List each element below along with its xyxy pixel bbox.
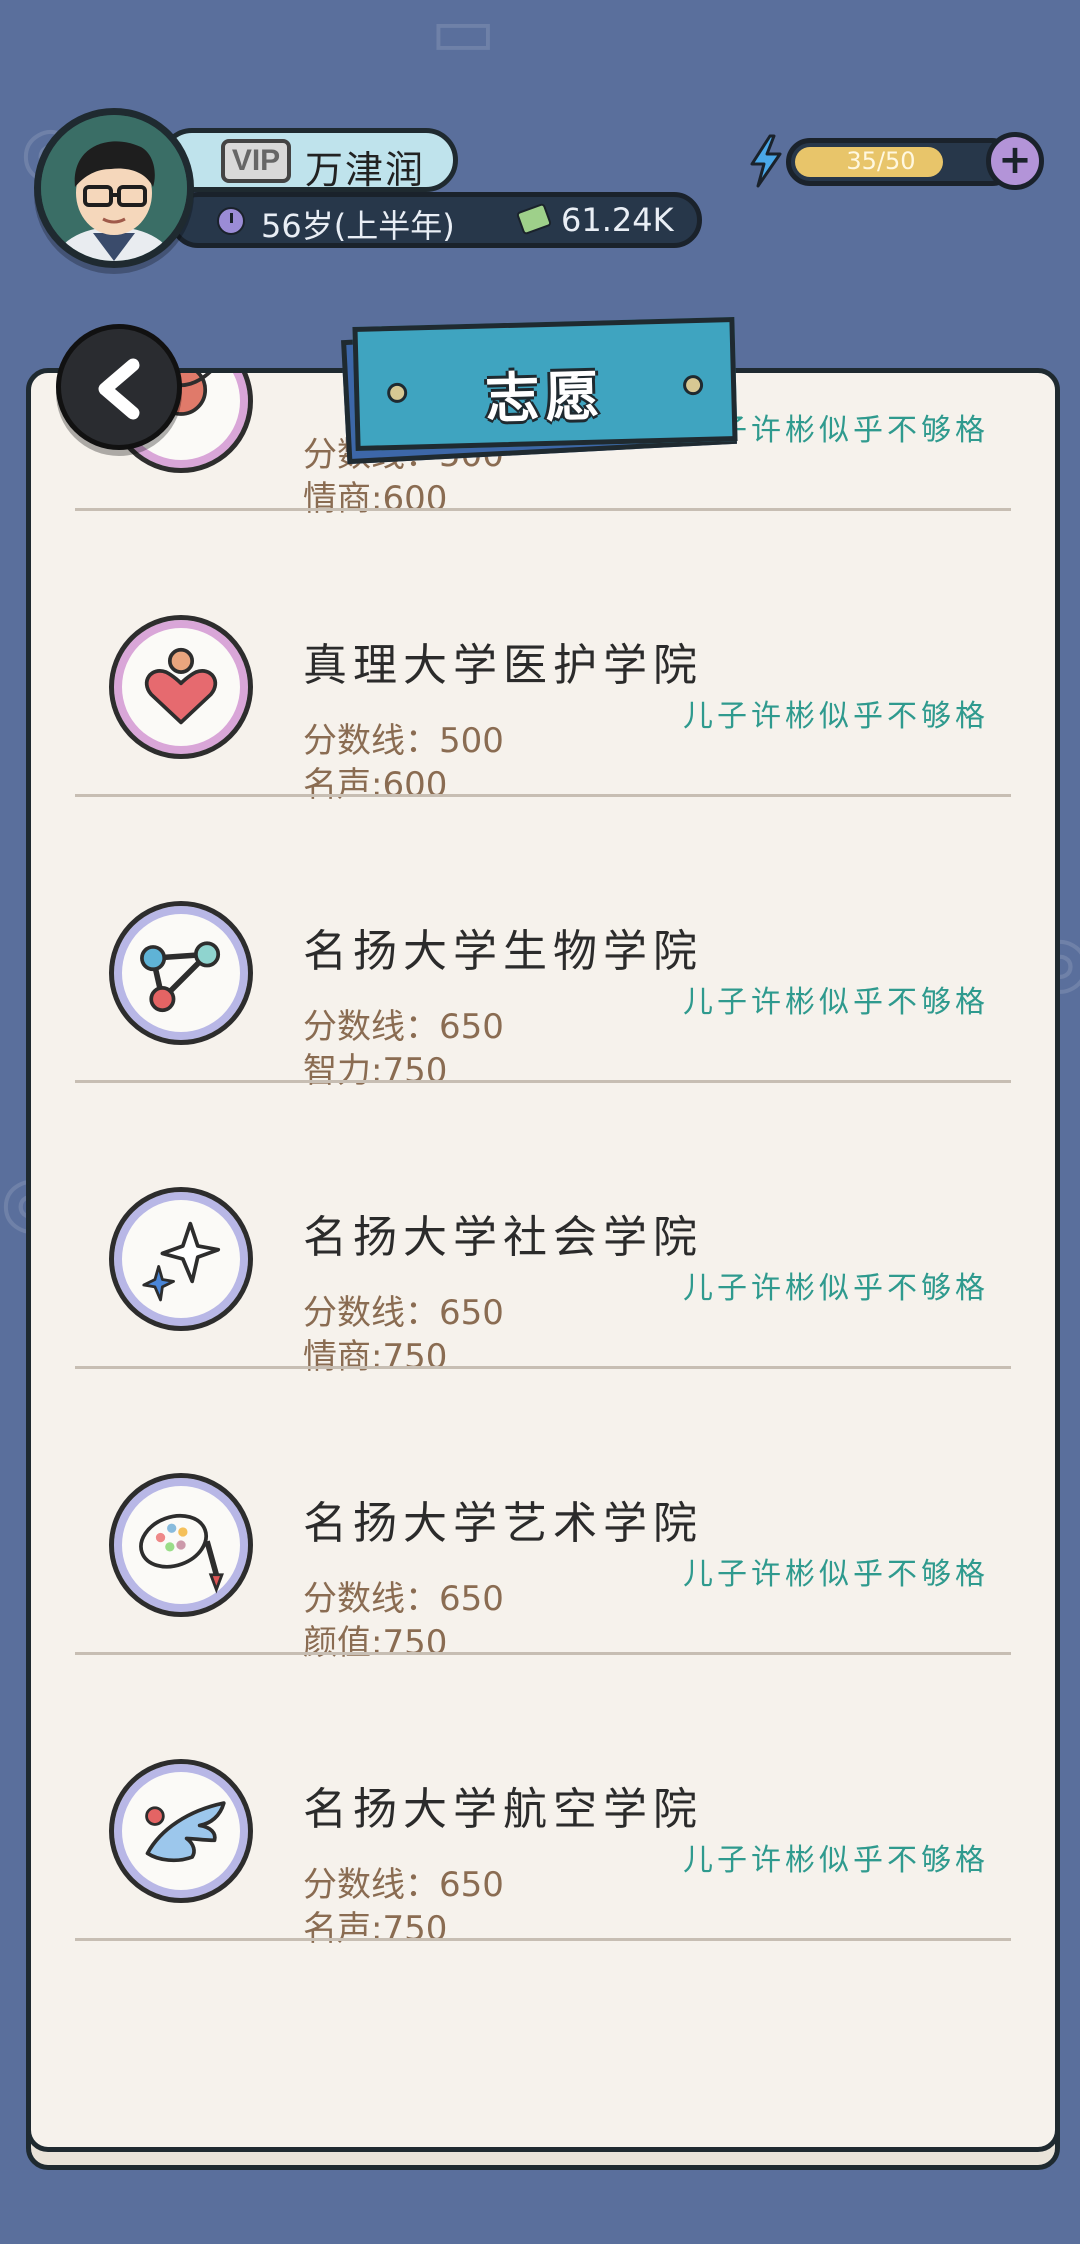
heart-person-icon: [144, 647, 218, 725]
vip-badge: VIP: [221, 139, 291, 183]
college-score-line: 分数线：650: [303, 1007, 504, 1047]
player-avatar[interactable]: [34, 108, 194, 268]
college-title: 名扬大学航空学院: [303, 1784, 703, 1835]
palette-icon: [139, 1513, 224, 1594]
player-name-pill: VIP 万津润: [160, 128, 458, 192]
sparkle-icon: [142, 1221, 221, 1302]
college-requirement: 名声:750: [303, 1909, 448, 1949]
background-doodle: ▭: [430, 0, 497, 72]
player-age: 56岁(上半年): [261, 207, 455, 245]
college-icon: [109, 1187, 253, 1331]
player-name: 万津润: [305, 148, 426, 192]
college-score-line: 分数线：650: [303, 1293, 504, 1333]
college-status: 儿子许彬似乎不够格: [683, 1557, 989, 1592]
title-banner: 志愿: [352, 317, 738, 451]
college-status: 儿子许彬似乎不够格: [683, 985, 989, 1020]
add-energy-button[interactable]: +: [986, 132, 1044, 190]
energy-value: 35/50: [846, 147, 916, 175]
college-score-line: 分数线：650: [303, 1579, 504, 1619]
college-title: 名扬大学社会学院: [303, 1212, 703, 1263]
college-icon: [109, 615, 253, 759]
college-icon: [109, 1473, 253, 1617]
college-score-line: 分数线：500: [303, 721, 504, 761]
college-status: 儿子许彬似乎不够格: [683, 699, 989, 734]
wing-icon: [145, 1801, 226, 1863]
college-item[interactable]: 名扬大学社会学院 分数线：650 情商:750 儿子许彬似乎不够格: [75, 1083, 1011, 1377]
player-stats-bar: 56岁(上半年) 61.24K: [170, 192, 702, 248]
college-item[interactable]: 名扬大学艺术学院 分数线：650 颜值:750 儿子许彬似乎不够格: [75, 1369, 1011, 1663]
player-money: 61.24K: [561, 201, 674, 239]
college-item[interactable]: 名扬大学航空学院分数线：650 名声:750 儿子许彬似乎不够格: [75, 1655, 1011, 1949]
back-button[interactable]: [56, 324, 182, 450]
college-item[interactable]: 名扬大学生物学院 分数线：650 智力:750 儿子许彬似乎不够格: [75, 797, 1011, 1091]
college-icon: [109, 901, 253, 1045]
college-list-panel[interactable]: 分数线：500情商:600儿子许彬似乎不够格真理大学医护学院分数线：500名声:…: [26, 368, 1060, 2152]
clock-icon: [217, 207, 245, 235]
molecule-icon: [140, 941, 221, 1013]
college-title: 名扬大学生物学院: [303, 926, 703, 977]
energy-bar: 35/50: [786, 138, 1016, 186]
divider: [75, 1938, 1011, 1941]
college-status: 儿子许彬似乎不够格: [683, 1271, 989, 1306]
college-title: 名扬大学艺术学院: [303, 1498, 703, 1549]
college-icon: [109, 1759, 253, 1903]
lightning-icon: [748, 134, 784, 188]
college-score-line: 分数线：650: [303, 1865, 504, 1905]
college-item[interactable]: 真理大学医护学院 分数线：500 名声:600 儿子许彬似乎不够格: [75, 511, 1011, 805]
money-icon: [515, 202, 553, 236]
college-title: 真理大学医护学院: [303, 640, 703, 691]
chevron-left-icon: [98, 358, 140, 420]
page-title: 志愿: [484, 364, 607, 431]
college-status: 儿子许彬似乎不够格: [683, 1843, 989, 1878]
